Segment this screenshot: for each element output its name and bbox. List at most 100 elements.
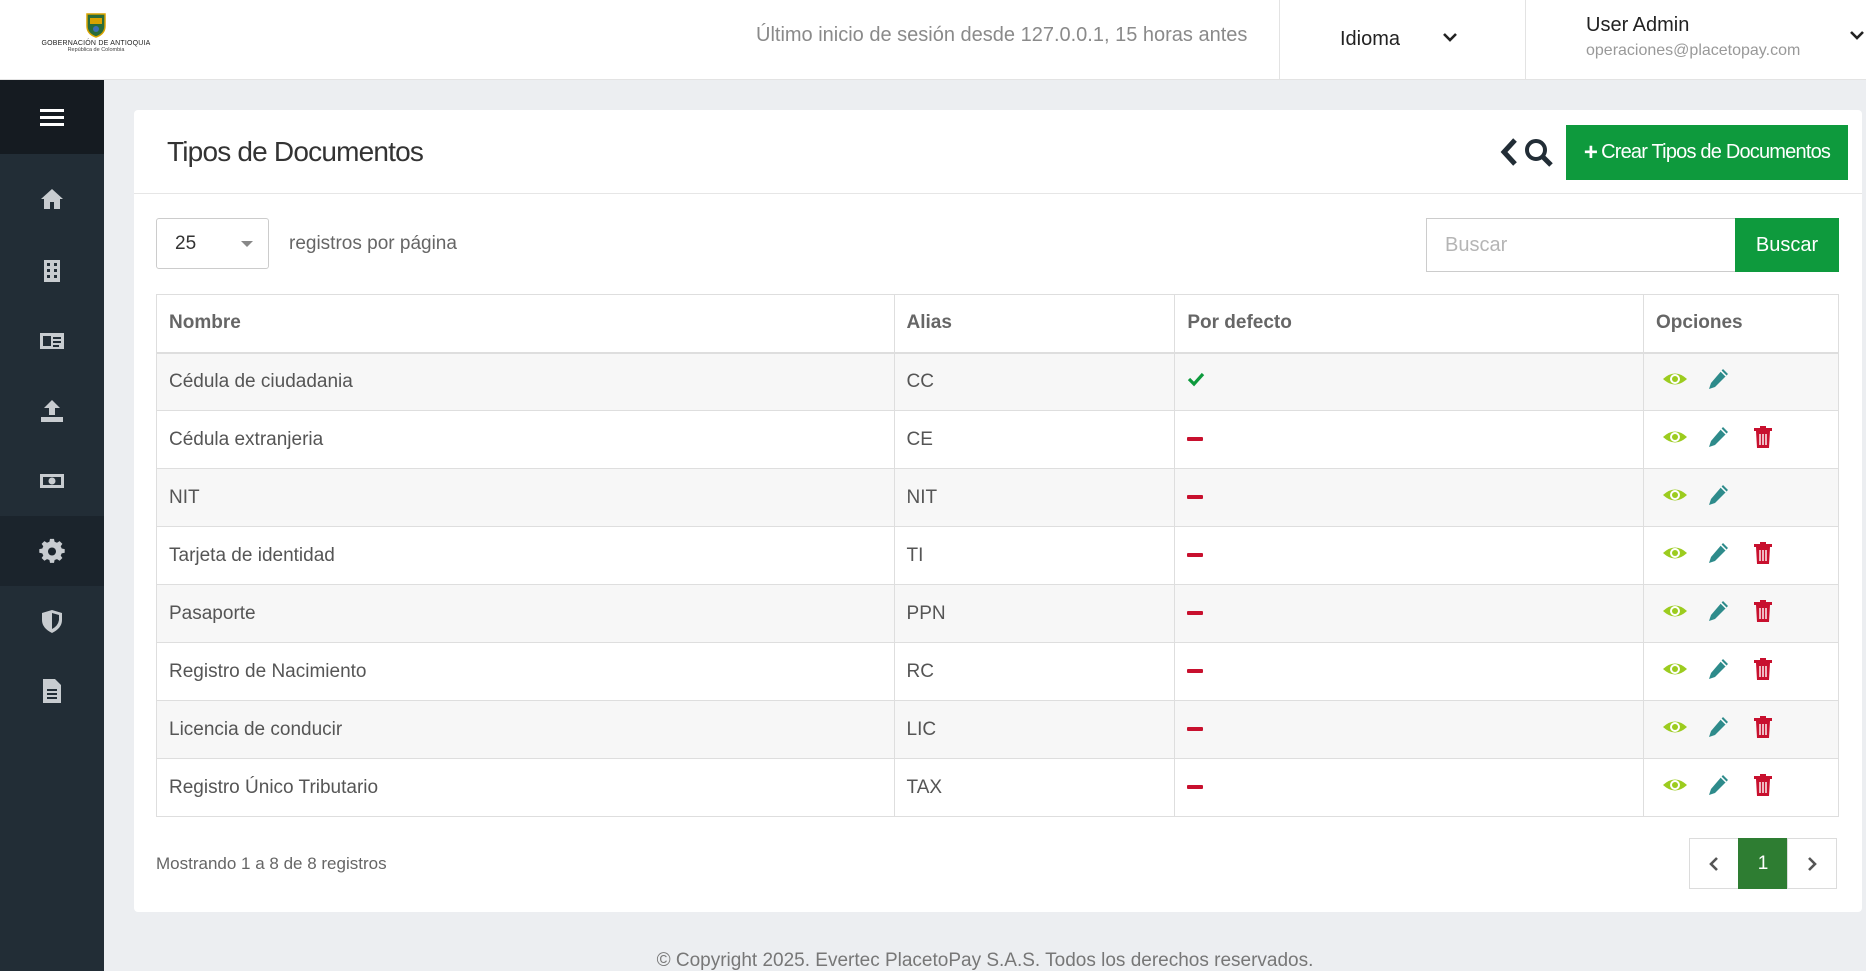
dash-icon [1187, 785, 1204, 790]
cell-default [1174, 468, 1645, 527]
cell-alias: CE [893, 410, 1176, 469]
trash-icon [1754, 541, 1773, 564]
table-row: Cédula de ciudadania CC [156, 352, 1839, 411]
view-button[interactable] [1662, 599, 1688, 629]
logo[interactable]: GOBERNACIÓN DE ANTIOQUIA República de Co… [41, 12, 151, 60]
search-icon[interactable] [1524, 138, 1554, 168]
eye-icon [1663, 489, 1688, 500]
sidebar-item-security[interactable] [0, 586, 104, 656]
view-button[interactable] [1662, 425, 1688, 455]
sidebar-item-settings[interactable] [0, 516, 104, 586]
chevron-left-icon[interactable] [1498, 136, 1520, 168]
document-icon [43, 679, 61, 703]
delete-button[interactable] [1750, 541, 1776, 571]
delete-button[interactable] [1750, 657, 1776, 687]
trash-icon [1754, 599, 1773, 622]
page-title: Tipos de Documentos [167, 136, 424, 167]
eye-icon [1663, 721, 1688, 732]
edit-button[interactable] [1706, 599, 1732, 629]
search-input[interactable] [1426, 218, 1736, 272]
table-row: Registro de Nacimiento RC [156, 642, 1839, 701]
cell-options [1643, 468, 1839, 527]
eye-icon [1663, 431, 1688, 442]
sidebar-item-home[interactable] [0, 164, 104, 234]
cell-default [1174, 642, 1645, 701]
sidebar-item-reports[interactable] [0, 656, 104, 726]
pagination-page-1[interactable]: 1 [1738, 838, 1788, 889]
dash-icon [1187, 669, 1204, 674]
pagination-prev-button[interactable] [1689, 838, 1739, 889]
table-row: Licencia de conducir LIC [156, 700, 1839, 759]
menu-toggle-button[interactable] [0, 80, 104, 154]
column-header-default[interactable]: Por defecto [1174, 294, 1645, 354]
cell-name: Licencia de conducir [156, 700, 895, 759]
cell-alias: PPN [893, 584, 1176, 643]
sidebar-item-entities[interactable] [0, 236, 104, 306]
eye-icon [1663, 779, 1688, 790]
cell-name: Pasaporte [156, 584, 895, 643]
user-menu[interactable]: User Admin operaciones@placetopay.com [1525, 0, 1866, 80]
delete-button[interactable] [1750, 773, 1776, 803]
language-dropdown[interactable]: Idioma [1279, 0, 1525, 80]
create-document-type-button[interactable]: + Crear Tipos de Documentos [1566, 125, 1848, 180]
per-page-select[interactable]: 25 [156, 218, 269, 269]
cell-options [1643, 642, 1839, 701]
chevron-right-icon [1808, 856, 1817, 871]
view-button[interactable] [1662, 657, 1688, 687]
table-row: Registro Único Tributario TAX [156, 758, 1839, 817]
cell-default [1174, 352, 1645, 411]
dash-icon [1187, 611, 1204, 616]
eye-icon [1663, 547, 1688, 558]
cell-options [1643, 700, 1839, 759]
chevron-down-icon [1850, 31, 1864, 40]
edit-button[interactable] [1706, 657, 1732, 687]
view-button[interactable] [1662, 715, 1688, 745]
cell-default [1174, 410, 1645, 469]
content-card: Tipos de Documentos + Crear Tipos de Docu… [134, 110, 1862, 912]
edit-button[interactable] [1706, 773, 1732, 803]
edit-button[interactable] [1706, 541, 1732, 571]
edit-button[interactable] [1706, 367, 1732, 397]
table-row: NIT NIT [156, 468, 1839, 527]
edit-button[interactable] [1706, 483, 1732, 513]
view-button[interactable] [1662, 541, 1688, 571]
delete-button[interactable] [1750, 715, 1776, 745]
cell-options [1643, 526, 1839, 585]
cell-options [1643, 758, 1839, 817]
cell-alias: RC [893, 642, 1176, 701]
edit-button[interactable] [1706, 715, 1732, 745]
column-header-alias[interactable]: Alias [893, 294, 1176, 354]
table-row: Cédula extranjeria CE [156, 410, 1839, 469]
table-header-row: Nombre Alias Por defecto Opciones [156, 294, 1839, 354]
create-button-label: Crear Tipos de Documentos [1601, 141, 1831, 163]
cell-alias: NIT [893, 468, 1176, 527]
pagination-next-button[interactable] [1787, 838, 1837, 889]
view-button[interactable] [1662, 483, 1688, 513]
column-header-name[interactable]: Nombre [156, 294, 895, 354]
delete-button[interactable] [1750, 599, 1776, 629]
table-row: Pasaporte PPN [156, 584, 1839, 643]
cell-default [1174, 526, 1645, 585]
card-header: Tipos de Documentos + Crear Tipos de Docu… [134, 110, 1862, 194]
delete-button[interactable] [1750, 425, 1776, 455]
logo-text-secondary: República de Colombia [67, 47, 125, 53]
per-page-label: registros por página [289, 233, 457, 254]
coat-of-arms-icon [86, 13, 106, 38]
view-button[interactable] [1662, 367, 1688, 397]
caret-down-icon [241, 241, 253, 247]
pencil-icon [1709, 774, 1729, 795]
sidebar-item-uploads[interactable] [0, 376, 104, 446]
edit-button[interactable] [1706, 425, 1732, 455]
hamburger-icon [40, 109, 64, 126]
search-button[interactable]: Buscar [1735, 218, 1839, 272]
cell-alias: TI [893, 526, 1176, 585]
sidebar-item-documents-types[interactable] [0, 306, 104, 376]
user-name: User Admin [1586, 14, 1690, 36]
trash-icon [1754, 773, 1773, 796]
view-button[interactable] [1662, 773, 1688, 803]
logo-text-primary: GOBERNACIÓN DE ANTIOQUIA [41, 40, 151, 47]
sidebar [0, 80, 104, 971]
sidebar-item-payments[interactable] [0, 446, 104, 516]
pencil-icon [1709, 542, 1729, 563]
per-page-value: 25 [175, 233, 197, 254]
